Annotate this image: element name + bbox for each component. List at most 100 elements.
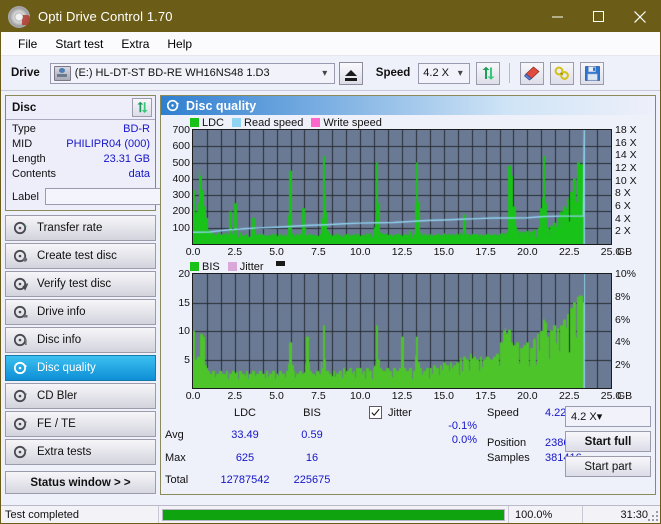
y2-tick-label: 16 X [615,136,637,149]
refresh-icon [136,101,148,113]
sidebar-item-extra-tests[interactable]: Extra tests [5,439,156,465]
status-window-button[interactable]: Status window > > [5,471,156,494]
disc-quality-icon [12,361,30,375]
progress-bar [159,506,508,523]
bis-legend: BIS Jitter [164,260,652,273]
stats-bis-max: 16 [305,451,319,464]
menu-extra[interactable]: Extra [112,34,158,54]
x-tick-label: 5.0 [269,390,284,402]
menu-start-test[interactable]: Start test [46,34,112,54]
legend-swatch-write-speed [311,118,321,127]
sidebar-item-disc-info[interactable]: Disc info [5,327,156,353]
y-tick-label: 200 [172,205,190,218]
x-tick-label: 20.0 [517,390,538,402]
stats-col-ldc: LDC [233,407,256,419]
menu-file[interactable]: File [9,34,46,54]
ldc-plot-area[interactable] [192,129,612,245]
jitter-max: 0.0% [451,434,477,446]
x-tick-label: 7.5 [311,246,326,258]
close-button[interactable] [619,1,660,32]
save-button[interactable] [580,61,605,85]
y2-tick-label: 2% [615,359,631,372]
start-part-button[interactable]: Start part [565,456,651,477]
status-bar: Test completed 100.0% 31:30 [1,505,660,523]
legend-marker-black [275,261,285,266]
sidebar-label: FE / TE [37,418,76,430]
sidebar-item-transfer-rate[interactable]: Transfer rate [5,215,156,241]
stats-ldc-total: 12787542 [220,473,270,486]
test-speed-select[interactable]: 4.2 X ▾ [565,406,651,427]
legend-label-bis: BIS [202,260,220,273]
menu-help[interactable]: Help [158,34,201,54]
disc-length-label: Length [12,153,46,165]
status-message: Test completed [1,506,159,523]
y2-tick-label: 6% [615,313,631,326]
drive-select[interactable]: (E:) HL-DT-ST BD-RE WH16NS48 1.D3 ▾ [49,62,335,84]
bis-plot-area[interactable] [192,273,612,389]
legend-swatch-bis [190,262,199,271]
y-tick-label: 5 [184,353,190,366]
disc-info-panel: Disc Type BD-R MID PHILIPR04 (000) Lengt… [5,95,214,211]
disc-row-mid: MID PHILIPR04 (000) [12,137,150,152]
window-controls [537,1,660,32]
ldc-y2-axis: 2 X4 X6 X8 X 10 X 12 X 14 X 16 X 18 X [612,124,644,245]
chevron-down-icon: ▾ [457,67,463,79]
panel-header: Disc quality [161,96,655,115]
disc-contents-label: Contents [12,168,57,180]
x-tick-label: 22.5 [558,390,580,402]
x-tick-label: 5.0 [269,246,284,258]
sidebar-item-fe-te[interactable]: FE / TE [5,411,156,437]
disc-refresh-button[interactable] [132,98,152,117]
sidebar-item-drive-info[interactable]: Drive info [5,299,156,325]
start-full-button[interactable]: Start full [565,431,651,452]
y2-tick-label: 8 X [615,187,631,200]
bis-x-axis: 0.0 2.5 5.0 7.5 10.0 12.5 15.0 17.5 20.0 22.5 25.0… [164,389,652,403]
drive-label: Drive [11,67,40,79]
legend-swatch-jitter [227,262,237,271]
y-tick-label: 700 [172,124,190,136]
disc-create-icon [12,249,30,263]
sidebar-item-disc-quality[interactable]: Disc quality [5,355,156,381]
toolbar-divider [509,63,511,83]
jitter-label: Jitter [388,406,412,419]
tools-button[interactable] [550,61,575,85]
x-axis-unit: GB [617,246,633,258]
disc-type-value: BD-R [123,123,150,135]
sidebar-label: Transfer rate [37,222,103,234]
sidebar-item-cd-bler[interactable]: CD Bler [5,383,156,409]
disc-label-row: Label [6,185,214,210]
y-tick-label: 400 [172,172,190,185]
eject-icon [344,70,357,81]
legend-label-jitter: Jitter [239,260,264,273]
y2-tick-label: 12 X [615,162,637,174]
minimize-button[interactable] [537,1,578,32]
stats-corner [165,406,209,427]
bis-y2-axis: 2% 4% 6% 8% 10% [612,268,644,389]
eject-button[interactable] [338,61,363,85]
jitter-checkbox[interactable] [369,406,382,419]
disc-row-type: Type BD-R [12,122,150,137]
erase-button[interactable] [520,61,545,85]
refresh-button[interactable] [476,61,501,85]
progress-track [162,508,505,521]
stats-ldc-avg: 33.49 [231,429,259,442]
sidebar-item-create-test-disc[interactable]: Create test disc [5,243,156,269]
action-column: 4.2 X ▾ Start full Start part [565,406,651,477]
drive-icon [53,65,71,81]
speed-select[interactable]: 4.2 X ▾ [418,62,471,84]
x-tick-label: 10.0 [349,246,371,258]
jitter-header: Jitter [369,406,481,419]
y2-tick-label: 2 X [615,225,631,238]
maximize-button[interactable] [578,1,619,32]
disc-mid-value: PHILIPR04 (000) [66,138,150,150]
x-tick-label: 15.0 [433,390,455,402]
sidebar-label: Disc quality [37,362,96,374]
progress-percent: 100.0% [508,506,582,523]
y2-tick-label: 6 X [615,200,631,212]
resize-grip[interactable] [648,511,658,521]
bis-y-axis: 5 10 15 20 [164,268,192,389]
y2-tick-label: 18 X [615,124,637,136]
jitter-column: Jitter -0.1% 0.0% [369,406,481,494]
sidebar-item-verify-test-disc[interactable]: Verify test disc [5,271,156,297]
